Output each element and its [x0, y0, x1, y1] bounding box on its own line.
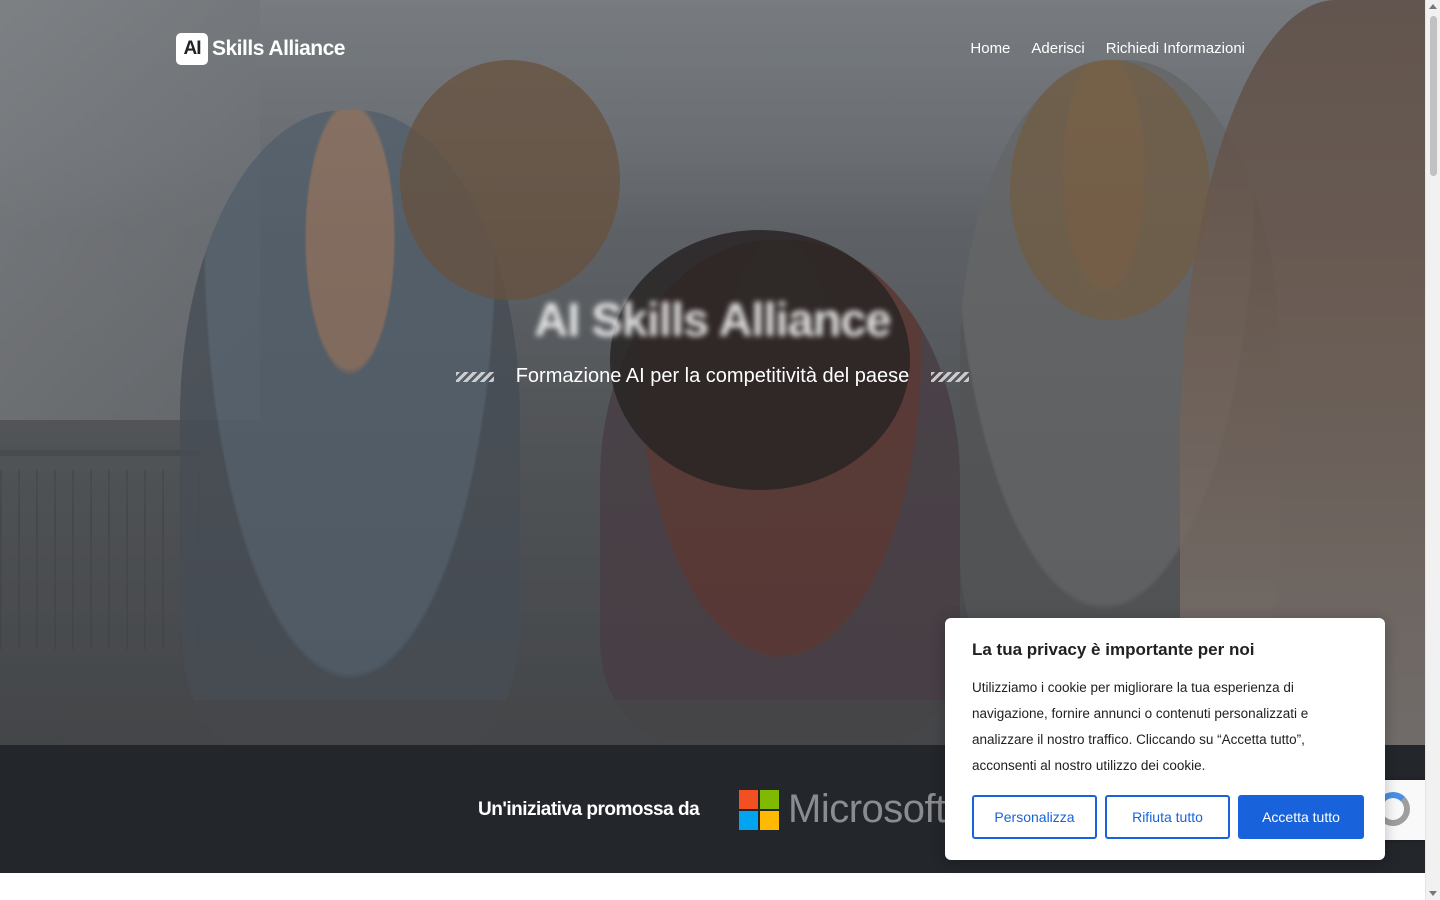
microsoft-squares-icon: [739, 789, 779, 830]
logo-text: Skills Alliance: [212, 37, 345, 60]
nav-aderisci-link[interactable]: Aderisci: [1031, 40, 1084, 57]
microsoft-logo: Microsoft: [739, 787, 946, 832]
decorative-stripes-icon: [455, 371, 494, 382]
nav-home-link[interactable]: Home: [970, 40, 1010, 57]
site-logo[interactable]: AI Skills Alliance: [176, 33, 345, 65]
customize-button[interactable]: Personalizza: [972, 795, 1097, 839]
cookie-title: La tua privacy è importante per noi: [972, 640, 1255, 659]
scroll-down-icon[interactable]: [1429, 891, 1437, 896]
site-header: AI Skills Alliance Home Aderisci Richied…: [0, 0, 1425, 100]
cookie-consent-dialog: La tua privacy è importante per noi Util…: [945, 618, 1385, 860]
page: AI Skills Alliance Home Aderisci Richied…: [0, 0, 1425, 900]
cookie-body: Utilizziamo i cookie per migliorare la t…: [972, 680, 1309, 773]
hero-title: AI Skills Alliance: [534, 293, 891, 346]
cookie-buttons: Personalizza Rifiuta tutto Accetta tutto: [972, 795, 1364, 839]
scroll-thumb[interactable]: [1430, 16, 1437, 176]
nav-richiedi-informazioni-link[interactable]: Richiedi Informazioni: [1106, 40, 1245, 57]
microsoft-wordmark: Microsoft: [788, 787, 946, 831]
microsoft-square-blue: [739, 810, 758, 830]
logo-badge: AI: [176, 33, 208, 65]
scroll-up-icon[interactable]: [1429, 4, 1437, 9]
page-scrollbar[interactable]: [1425, 0, 1440, 900]
hero-subtitle: Formazione AI per la competitività del p…: [515, 365, 910, 387]
decorative-stripes-icon: [931, 371, 970, 382]
microsoft-square-yellow: [760, 810, 779, 830]
sponsor-label: Un'iniziativa promossa da: [478, 799, 700, 820]
microsoft-square-green: [760, 789, 779, 809]
hero-subtitle-row: Formazione AI per la competitività del p…: [0, 365, 1425, 388]
main-nav: Home Aderisci Richiedi Informazioni: [970, 40, 1245, 57]
reject-all-button[interactable]: Rifiuta tutto: [1105, 795, 1230, 839]
accept-all-button[interactable]: Accetta tutto: [1238, 795, 1364, 839]
microsoft-square-red: [739, 789, 758, 809]
